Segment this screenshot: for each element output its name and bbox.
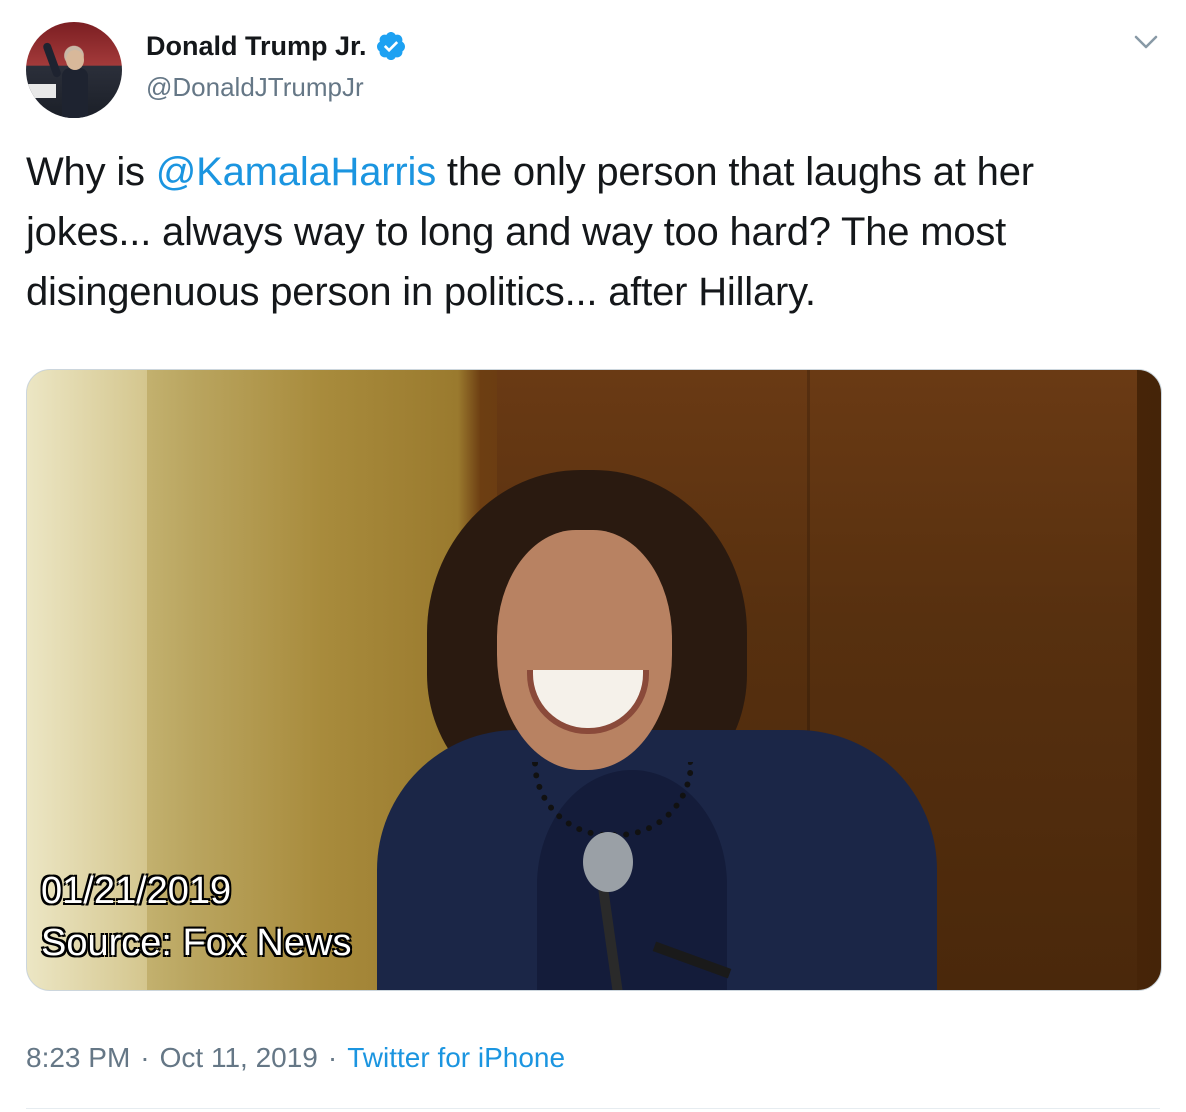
verified-badge-icon xyxy=(376,32,405,60)
tweet-text: Why is @KamalaHarris the only person tha… xyxy=(26,142,1166,322)
mention-link[interactable]: @KamalaHarris xyxy=(156,150,436,194)
avatar-head xyxy=(66,50,84,70)
tweet-date[interactable]: Oct 11, 2019 xyxy=(160,1042,318,1074)
avatar-body xyxy=(62,68,88,118)
tweet-client-link[interactable]: Twitter for iPhone xyxy=(347,1042,565,1074)
tweet-meta: 8:23 PM · Oct 11, 2019 · Twitter for iPh… xyxy=(26,1042,565,1074)
video-overlay-date: 01/21/2019 xyxy=(41,870,232,912)
author-handle[interactable]: @DonaldJTrumpJr xyxy=(146,72,364,103)
avatar-arm xyxy=(42,41,62,79)
avatar-banner xyxy=(26,84,56,98)
tweet-text-part1: Why is xyxy=(26,150,156,194)
author-name[interactable]: Donald Trump Jr. xyxy=(146,31,367,62)
divider xyxy=(26,1108,1160,1109)
author-name-row[interactable]: Donald Trump Jr. xyxy=(146,30,407,62)
tweet-video[interactable]: 01/21/2019 Source: Fox News xyxy=(26,369,1162,991)
meta-separator: · xyxy=(327,1042,338,1073)
video-subject-face xyxy=(497,530,672,770)
chevron-down-icon[interactable] xyxy=(1132,32,1160,52)
microphone-icon xyxy=(583,832,633,892)
video-overlay-source: Source: Fox News xyxy=(41,922,352,964)
meta-separator: · xyxy=(140,1042,150,1073)
author-avatar[interactable] xyxy=(26,22,122,118)
tweet-time[interactable]: 8:23 PM xyxy=(26,1042,130,1074)
